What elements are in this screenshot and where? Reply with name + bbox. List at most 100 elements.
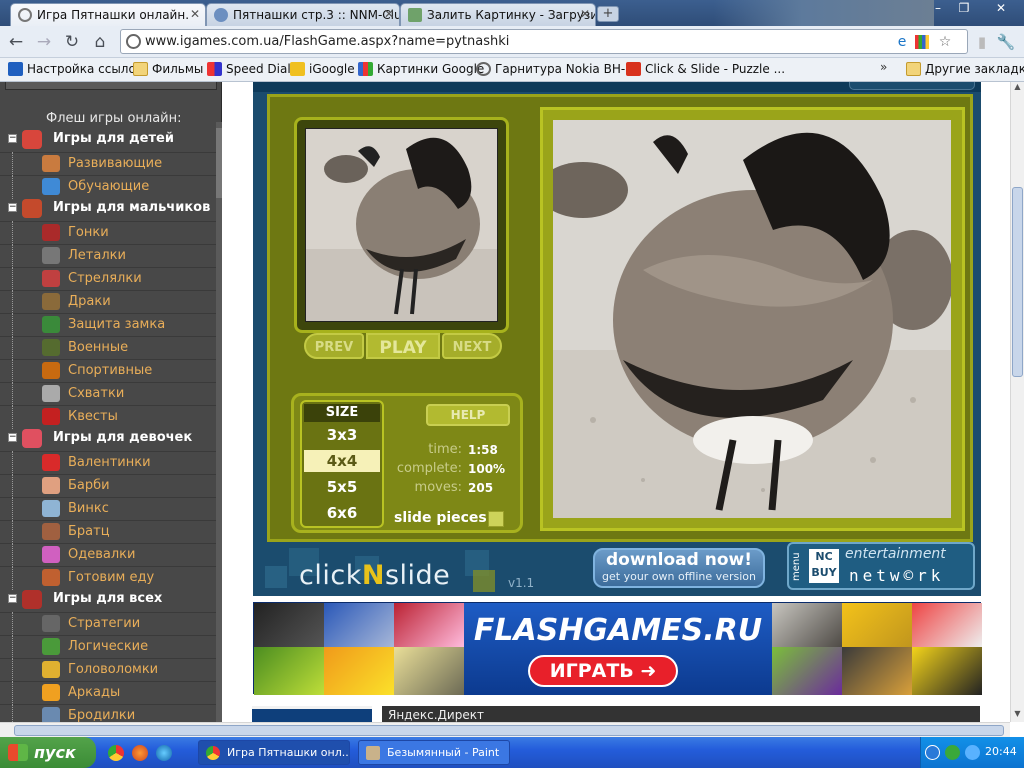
- clock[interactable]: 20:44: [985, 745, 1017, 758]
- download-now-button[interactable]: download now! get your own offline versi…: [593, 548, 765, 588]
- sidebar-item-label[interactable]: Гонки: [68, 225, 109, 240]
- sidebar-item-label[interactable]: Военные: [68, 340, 128, 355]
- sidebar-item-label[interactable]: Стрелялки: [68, 271, 142, 286]
- minimize-button[interactable]: –: [926, 0, 950, 18]
- page-vertical-scrollbar[interactable]: ▲ ▼: [1010, 82, 1024, 722]
- h-scroll-thumb[interactable]: [14, 725, 1004, 736]
- tray-network-icon[interactable]: [945, 745, 960, 760]
- slide-pieces-checkbox[interactable]: [488, 511, 504, 527]
- sidebar-item[interactable]: Квесты: [0, 405, 216, 429]
- address-input[interactable]: [145, 32, 885, 51]
- sidebar-item[interactable]: Стратегии: [0, 612, 216, 636]
- sidebar-item-label[interactable]: Схватки: [68, 386, 124, 401]
- sidebar-category-3[interactable]: − Игры для всех: [0, 589, 216, 611]
- collapse-icon[interactable]: −: [8, 594, 17, 603]
- sidebar-item-label[interactable]: Головоломки: [68, 662, 158, 677]
- maximize-button[interactable]: ❐: [952, 0, 976, 18]
- sidebar-item-label[interactable]: Стратегии: [68, 616, 140, 631]
- yandex-direct-label[interactable]: Яндекс.Директ: [388, 708, 484, 722]
- bookmark-speed-dial[interactable]: Speed Dial: [207, 62, 291, 76]
- page-horizontal-scrollbar[interactable]: [0, 722, 1010, 737]
- collapse-icon[interactable]: −: [8, 433, 17, 442]
- ie-icon[interactable]: [156, 745, 172, 761]
- bookmark-nokia[interactable]: Гарнитура Nokia BH-...: [476, 62, 637, 76]
- sidebar-item[interactable]: Драки: [0, 290, 216, 314]
- tab-nnm-club[interactable]: Пятнашки стр.3 :: NNM-Club ✕: [206, 3, 400, 26]
- bookmark-films[interactable]: Фильмы: [133, 62, 203, 76]
- size-option-4x4[interactable]: 4x4: [304, 450, 380, 472]
- chrome-icon[interactable]: [108, 745, 124, 761]
- sidebar-item-label[interactable]: Логические: [68, 639, 148, 654]
- sidebar-item[interactable]: Стрелялки: [0, 267, 216, 291]
- sidebar-item-label[interactable]: Развивающие: [68, 156, 162, 171]
- help-button[interactable]: HELP: [426, 404, 510, 426]
- task-paint[interactable]: Безымянный - Paint: [358, 740, 510, 765]
- scroll-down-icon[interactable]: ▼: [1011, 709, 1024, 722]
- sidebar-item[interactable]: Винкс: [0, 497, 216, 521]
- new-tab-button[interactable]: +: [597, 6, 619, 22]
- tab-close-icon[interactable]: ✕: [384, 7, 394, 21]
- sidebar-item-label[interactable]: Братц: [68, 524, 110, 539]
- omnibox[interactable]: e ☆: [120, 29, 968, 54]
- sidebar-item[interactable]: Валентинки: [0, 451, 216, 475]
- home-icon[interactable]: ⌂: [90, 32, 110, 52]
- flashgames-banner[interactable]: FLASHGAMES.RU ИГРАТЬ ➜: [253, 602, 982, 695]
- bookmark-settings[interactable]: Настройка ссылок: [8, 62, 143, 76]
- bookmarks-overflow-button[interactable]: »: [880, 60, 887, 74]
- sidebar-item[interactable]: Бродилки: [0, 704, 216, 722]
- sidebar-item[interactable]: Защита замка: [0, 313, 216, 337]
- sidebar-item[interactable]: Головоломки: [0, 658, 216, 682]
- sidebar-item[interactable]: Военные: [0, 336, 216, 360]
- sidebar-item[interactable]: Братц: [0, 520, 216, 544]
- firefox-icon[interactable]: [132, 745, 148, 761]
- next-button[interactable]: NEXT: [442, 333, 502, 359]
- bookmark-google-images[interactable]: Картинки Google: [358, 62, 484, 76]
- play-button[interactable]: PLAY: [366, 333, 440, 359]
- sidebar-item[interactable]: Спортивные: [0, 359, 216, 383]
- sidebar-item-label[interactable]: Винкс: [68, 501, 109, 516]
- sidebar-item-label[interactable]: Обучающие: [68, 179, 149, 194]
- sidebar-item[interactable]: Схватки: [0, 382, 216, 406]
- nc-network-logo[interactable]: menu NC BUY entertainment netw©rk: [787, 542, 975, 590]
- prev-button[interactable]: PREV: [304, 333, 364, 359]
- task-chrome[interactable]: Игра Пятнашки онл...: [198, 740, 350, 765]
- sidebar-category-1[interactable]: − Игры для мальчиков: [0, 198, 216, 220]
- size-option-5x5[interactable]: 5x5: [304, 476, 380, 498]
- wrench-icon[interactable]: 🔧: [996, 32, 1016, 52]
- sidebar-item[interactable]: Гонки: [0, 221, 216, 245]
- sidebar-item[interactable]: Логические: [0, 635, 216, 659]
- tab-close-icon[interactable]: ✕: [190, 7, 200, 21]
- tray-arrow-icon[interactable]: [925, 745, 940, 760]
- sidebar-item-label[interactable]: Бродилки: [68, 708, 135, 722]
- banner-play-button[interactable]: ИГРАТЬ ➜: [528, 655, 678, 687]
- sidebar-item[interactable]: Барби: [0, 474, 216, 498]
- collapse-icon[interactable]: −: [8, 203, 17, 212]
- sidebar-category-2[interactable]: − Игры для девочек: [0, 428, 216, 450]
- sidebar-item[interactable]: Аркады: [0, 681, 216, 705]
- tab-close-icon[interactable]: ✕: [580, 7, 590, 21]
- sidebar-item-label[interactable]: Аркады: [68, 685, 120, 700]
- extension-icon[interactable]: [915, 35, 929, 49]
- sidebar-category-0[interactable]: − Игры для детей: [0, 129, 216, 151]
- collapse-icon[interactable]: −: [8, 134, 17, 143]
- size-option-3x3[interactable]: 3x3: [304, 424, 380, 446]
- sidebar-item-label[interactable]: Драки: [68, 294, 111, 309]
- sidebar-item-label[interactable]: Защита замка: [68, 317, 165, 332]
- star-icon[interactable]: ☆: [937, 34, 953, 50]
- sidebar-item-label[interactable]: Барби: [68, 478, 110, 493]
- sidebar-item[interactable]: Леталки: [0, 244, 216, 268]
- sidebar-item-label[interactable]: Спортивные: [68, 363, 152, 378]
- tab-igames[interactable]: Игра Пятнашки онлайн. ✕: [10, 3, 206, 27]
- tray-app-icon[interactable]: [965, 745, 980, 760]
- back-icon[interactable]: ←: [6, 32, 26, 52]
- start-button[interactable]: пуск: [0, 737, 96, 768]
- sidebar-item-label[interactable]: Одевалки: [68, 547, 135, 562]
- sidebar-item-label[interactable]: Валентинки: [68, 455, 151, 470]
- sidebar-scroll-thumb[interactable]: [216, 128, 222, 198]
- bookmark-click-slide[interactable]: Click & Slide - Puzzle ...: [626, 62, 785, 76]
- forward-icon[interactable]: →: [34, 32, 54, 52]
- sidebar-item-label[interactable]: Готовим еду: [68, 570, 154, 585]
- tab-upload-image[interactable]: Залить Картинку - Загрузить ✕: [400, 3, 596, 26]
- sidebar-item[interactable]: Обучающие: [0, 175, 216, 199]
- sidebar-item[interactable]: Готовим еду: [0, 566, 216, 590]
